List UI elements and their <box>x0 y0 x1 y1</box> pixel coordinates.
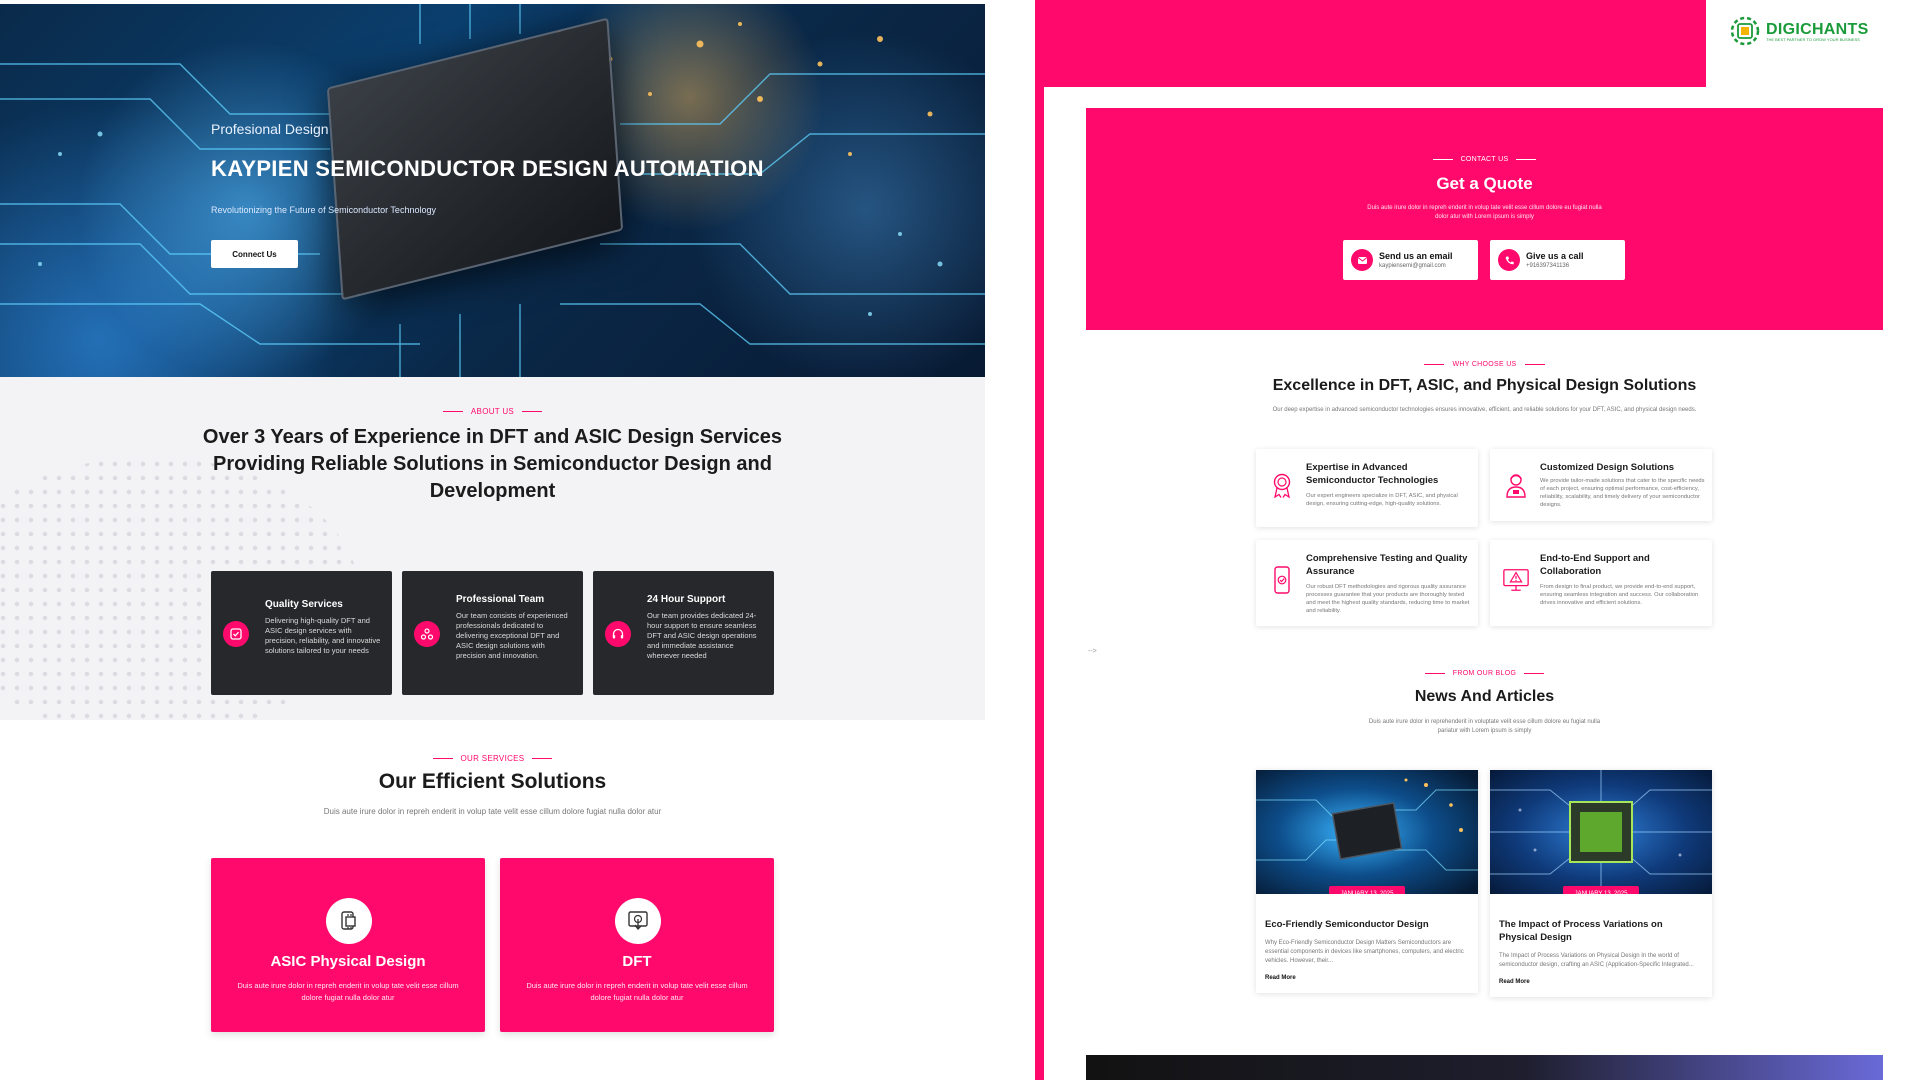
why-card-title: Comprehensive Testing and Quality Assura… <box>1306 553 1468 577</box>
post-title[interactable]: The Impact of Process Variations on Phys… <box>1499 918 1703 944</box>
call-label: Give us a call <box>1526 251 1584 261</box>
services-tag: OUR SERVICES <box>0 754 985 763</box>
phone-icon <box>1498 249 1520 271</box>
chip-design-icon <box>326 898 372 944</box>
connect-us-button[interactable]: Connect Us <box>211 240 298 268</box>
gear-icon <box>1730 16 1760 46</box>
blog-post-image[interactable]: JANUARY 13, 2025 <box>1256 770 1478 894</box>
services-section: OUR SERVICES Our Efficient Solutions Dui… <box>0 720 985 1080</box>
card-text: Delivering high-quality DFT and ASIC des… <box>265 616 381 655</box>
why-tag: WHY CHOOSE US <box>1086 361 1883 368</box>
why-card-text: We provide tailor-made solutions that ca… <box>1540 478 1705 508</box>
blog-heading: News And Articles <box>1414 688 1555 705</box>
quote-subtitle: Duis aute irure dolor in repreh enderit … <box>1367 205 1602 220</box>
about-heading-line2: Providing Reliable Solutions in Semicond… <box>213 453 772 502</box>
why-subtitle: Our deep expertise in advanced semicondu… <box>1272 407 1697 413</box>
get-quote-section: CONTACT US Get a Quote Duis aute irure d… <box>1086 108 1883 330</box>
monitor-alert-icon <box>1502 566 1530 594</box>
blog-tag: FROM OUR BLOG <box>1086 670 1883 677</box>
award-icon <box>1268 471 1296 499</box>
hero-pretitle: Profesional Design <box>211 121 329 137</box>
why-card-text: Our robust DFT methodologies and rigorou… <box>1306 584 1470 614</box>
quote-heading: Get a Quote <box>1436 174 1533 193</box>
card-title: 24 Hour Support <box>647 594 726 605</box>
read-more-link[interactable]: Read More <box>1499 979 1530 985</box>
about-section: ABOUT US Over 3 Years of Experience in D… <box>0 377 985 720</box>
why-card-support: End-to-End Support and Collaboration Fro… <box>1490 540 1712 626</box>
card-text: Our team provides dedicated 24-hour supp… <box>647 611 757 660</box>
feature-card-support: 24 Hour Support Our team provides dedica… <box>593 571 774 695</box>
brand-tagline: THE BEST PARTNER TO GROW YOUR BUSINESS <box>1766 36 1860 42</box>
service-card-asic[interactable]: ASIC Physical Design Duis aute irure dol… <box>211 858 485 1032</box>
engineer-icon <box>1502 471 1530 499</box>
blog-subtitle: Duis aute irure dolor in reprehenderit i… <box>1368 719 1601 734</box>
service-card-text: Duis aute irure dolor in repreh enderit … <box>526 981 748 1002</box>
hero-banner: Profesional Design KAYPIEN SEMICONDUCTOR… <box>0 4 985 377</box>
why-card-expertise: Expertise in Advanced Semiconductor Tech… <box>1256 449 1478 527</box>
email-value: kaypiensemi@gmail.com <box>1379 263 1446 269</box>
service-card-title: DFT <box>622 953 652 970</box>
why-card-text: From design to final product, we provide… <box>1540 584 1699 606</box>
service-card-title: ASIC Physical Design <box>270 953 426 970</box>
why-heading: Excellence in DFT, ASIC, and Physical De… <box>1272 377 1697 394</box>
headset-icon <box>605 621 631 647</box>
why-card-title: End-to-End Support and Collaboration <box>1540 553 1650 577</box>
footer-strip <box>1086 1055 1883 1080</box>
hero-subtitle: Revolutionizing the Future of Semiconduc… <box>211 205 436 215</box>
about-tag: ABOUT US <box>0 407 985 416</box>
email-contact-button[interactable]: Send us an email kaypiensemi@gmail.com <box>1343 240 1478 280</box>
mobile-check-icon <box>1268 566 1296 594</box>
service-card-dft[interactable]: DFT Duis aute irure dolor in repreh ende… <box>500 858 774 1032</box>
card-text: Our team consists of experienced profess… <box>456 611 568 660</box>
why-card-customized: Customized Design Solutions We provide t… <box>1490 449 1712 521</box>
blog-post-card[interactable]: JANUARY 13, 2025 Eco-Friendly Semiconduc… <box>1256 770 1478 993</box>
call-contact-button[interactable]: Give us a call +916397341136 <box>1490 240 1625 280</box>
contact-tag: CONTACT US <box>1086 156 1883 163</box>
contact-tag-label: CONTACT US <box>1460 156 1509 163</box>
feature-card-quality: Quality Services Delivering high-quality… <box>211 571 392 695</box>
services-subtitle: Duis aute irure dolor in repreh enderit … <box>323 807 662 816</box>
post-excerpt: Why Eco-Friendly Semiconductor Design Ma… <box>1265 940 1464 964</box>
blog-tag-label: FROM OUR BLOG <box>1452 670 1517 677</box>
post-date-badge: JANUARY 13, 2025 <box>1563 886 1639 894</box>
services-tag-label: OUR SERVICES <box>460 754 525 763</box>
post-title[interactable]: Eco-Friendly Semiconductor Design <box>1265 918 1469 931</box>
envelope-icon <box>1351 249 1373 271</box>
why-card-title: Expertise in Advanced Semiconductor Tech… <box>1306 462 1439 486</box>
call-value: +916397341136 <box>1526 263 1570 269</box>
why-card-title: Customized Design Solutions <box>1540 462 1675 473</box>
about-tag-label: ABOUT US <box>470 407 515 416</box>
arrow-marker: --> <box>1088 648 1097 655</box>
hero-title: KAYPIEN SEMICONDUCTOR DESIGN AUTOMATION <box>211 156 764 181</box>
card-title: Professional Team <box>456 594 545 605</box>
touch-screen-icon <box>615 898 661 944</box>
service-card-text: Duis aute irure dolor in repreh enderit … <box>237 981 459 1002</box>
brand-logo[interactable]: DIGICHANTS THE BEST PARTNER TO GROW YOUR… <box>1728 14 1869 48</box>
quality-icon <box>223 621 249 647</box>
about-heading: Over 3 Years of Experience in DFT and AS… <box>195 424 790 505</box>
team-icon <box>414 621 440 647</box>
post-excerpt: The Impact of Process Variations on Phys… <box>1499 953 1694 968</box>
read-more-link[interactable]: Read More <box>1265 975 1296 981</box>
brand-name: DIGICHANTS <box>1766 20 1869 38</box>
email-label: Send us an email <box>1379 251 1453 261</box>
why-card-testing: Comprehensive Testing and Quality Assura… <box>1256 540 1478 626</box>
why-tag-label: WHY CHOOSE US <box>1452 361 1517 368</box>
post-date-badge: JANUARY 13, 2025 <box>1329 886 1405 894</box>
card-title: Quality Services <box>265 599 343 610</box>
blog-post-card[interactable]: JANUARY 13, 2025 The Impact of Process V… <box>1490 770 1712 997</box>
about-heading-line1: Over 3 Years of Experience in DFT and AS… <box>202 426 783 448</box>
blog-post-image[interactable]: JANUARY 13, 2025 <box>1490 770 1712 894</box>
left-page: Profesional Design KAYPIEN SEMICONDUCTOR… <box>0 0 985 1080</box>
why-card-text: Our expert engineers specialize in DFT, … <box>1306 493 1458 507</box>
services-heading: Our Efficient Solutions <box>378 770 607 793</box>
feature-card-team: Professional Team Our team consists of e… <box>402 571 583 695</box>
screenshot-root: Profesional Design KAYPIEN SEMICONDUCTOR… <box>0 0 1920 1080</box>
